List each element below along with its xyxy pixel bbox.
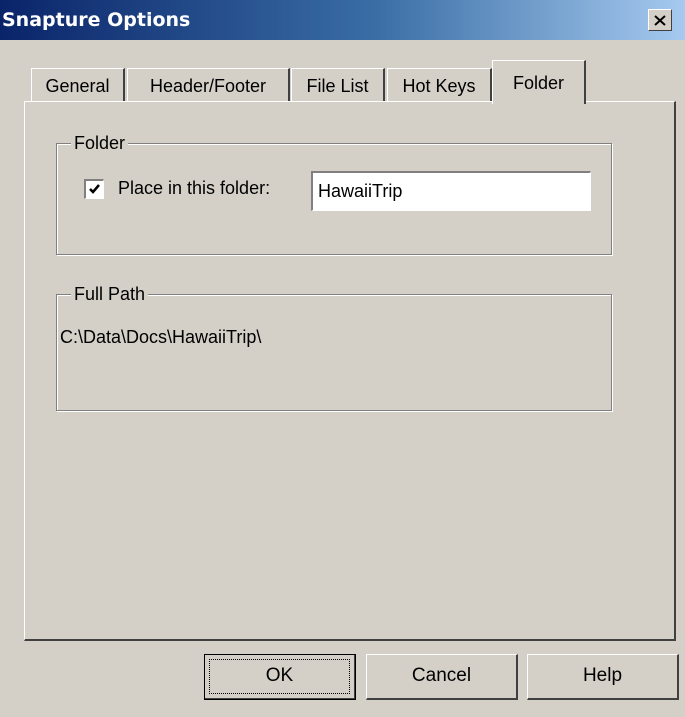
tab-header-footer-label: Header/Footer [149, 76, 267, 96]
tab-hot-keys-label: Hot Keys [402, 76, 476, 96]
folder-group-legend: Folder [71, 132, 129, 154]
window-title: Snapture Options [2, 9, 191, 31]
title-bar[interactable]: Snapture Options [0, 0, 685, 40]
ok-button[interactable]: OK [204, 654, 356, 700]
tab-header-footer[interactable]: Header/Footer [127, 68, 290, 102]
ok-button-label: OK [265, 665, 294, 686]
close-button[interactable] [648, 9, 672, 31]
folder-groupbox: Folder Place in this folder: [56, 132, 612, 255]
place-in-folder-checkbox[interactable] [84, 179, 104, 199]
help-button-label: Help [582, 665, 623, 686]
cancel-button[interactable]: Cancel [366, 654, 518, 700]
folder-name-input[interactable] [311, 171, 591, 211]
full-path-groupbox: Full Path C:\Data\Docs\HawaiiTrip\ [56, 283, 612, 411]
cancel-button-label: Cancel [411, 665, 472, 686]
place-in-folder-label[interactable]: Place in this folder: [118, 178, 270, 199]
full-path-value: C:\Data\Docs\HawaiiTrip\ [60, 327, 262, 347]
help-button[interactable]: Help [527, 654, 679, 700]
tab-file-list[interactable]: File List [291, 68, 385, 102]
tab-hot-keys[interactable]: Hot Keys [387, 68, 492, 102]
close-icon [654, 14, 666, 26]
tab-file-list-label: File List [306, 76, 369, 96]
tab-folder-label: Folder [512, 73, 565, 93]
checkmark-icon [89, 184, 100, 194]
tab-general-label: General [45, 76, 110, 96]
full-path-group-legend: Full Path [71, 283, 149, 305]
tab-folder[interactable]: Folder [492, 60, 586, 104]
tab-general[interactable]: General [31, 68, 125, 102]
